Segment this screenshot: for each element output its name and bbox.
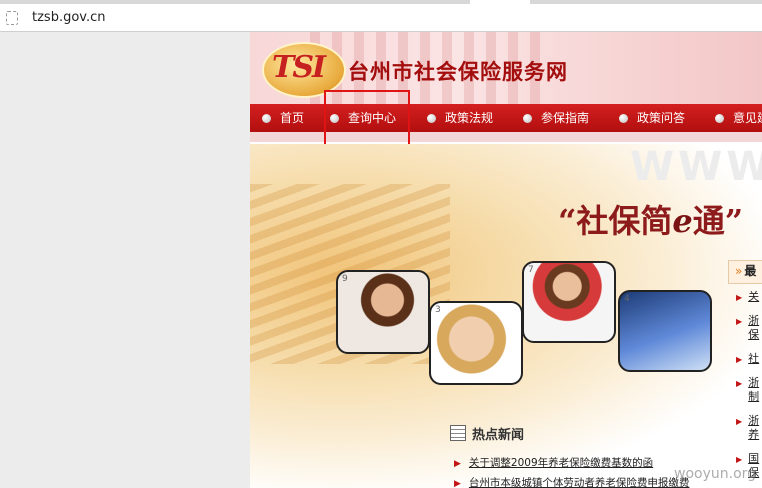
wooyun-watermark: wooyun.org bbox=[674, 466, 757, 482]
nav-label: 首页 bbox=[280, 111, 305, 125]
slogan-prefix: “社保简 bbox=[558, 202, 673, 240]
news-link[interactable]: 关于调整2009年养老保险缴费基数的函 bbox=[469, 457, 653, 469]
news-link[interactable]: 关 bbox=[748, 290, 759, 303]
news-link[interactable]: 浙 bbox=[748, 314, 759, 327]
nav-item-policy-qa[interactable]: 政策问答 bbox=[619, 104, 685, 132]
triangle-bullet-icon: ▶ bbox=[736, 355, 743, 364]
list-item-continued: ▶养 bbox=[728, 428, 762, 442]
webpage: TSI 台州市社会保险服务网 首页 查询中心 政策法规 参保指南 政策问答 意见… bbox=[250, 32, 762, 488]
bullet-icon bbox=[427, 114, 436, 123]
bullet-icon bbox=[715, 114, 724, 123]
url-text[interactable]: tzsb.gov.cn bbox=[32, 10, 106, 25]
photo-keyboard-hand: 4 bbox=[618, 290, 712, 372]
list-item: ▶ 国 bbox=[728, 452, 762, 466]
latest-news-panel: »最 ▶关 ▶浙 ▶保 ▶社 ▶浙 ▶制 ▶浙 ▶养 ▶国 ▶保 bbox=[728, 260, 762, 488]
slogan-e: e bbox=[672, 202, 693, 240]
newspaper-icon bbox=[450, 425, 466, 441]
slogan-suffix: 通” bbox=[692, 202, 744, 240]
nav-label: 政策法规 bbox=[445, 111, 494, 125]
news-link[interactable]: 社 bbox=[748, 352, 759, 365]
hot-news-header: 热点新闻 bbox=[450, 424, 524, 443]
site-title: 台州市社会保险服务网 bbox=[348, 59, 568, 84]
latest-news-header: » 最 bbox=[728, 260, 762, 284]
bullet-icon bbox=[262, 114, 271, 123]
blank-left-area bbox=[0, 32, 250, 488]
triangle-bullet-icon: ▶ bbox=[736, 317, 743, 326]
triangle-bullet-icon: ▶ bbox=[736, 379, 743, 388]
photo-headset-woman: 9 bbox=[336, 270, 430, 354]
nav-item-policy-regulations[interactable]: 政策法规 bbox=[427, 104, 493, 132]
news-link[interactable]: 国 bbox=[748, 452, 759, 465]
photo-number: 7 bbox=[528, 265, 534, 275]
news-link[interactable]: 浙 bbox=[748, 414, 759, 427]
news-link[interactable]: 台州市本级城镇个体劳动者养老保险费申报缴费 bbox=[469, 477, 690, 488]
news-link[interactable]: 浙 bbox=[748, 376, 759, 389]
photo-number: 9 bbox=[342, 274, 348, 284]
photo-number: 4 bbox=[624, 294, 630, 304]
list-item-continued: ▶保 bbox=[728, 328, 762, 342]
slogan: “社保简e通” bbox=[558, 196, 743, 242]
logo-text: TSI bbox=[272, 50, 326, 85]
highlight-box bbox=[324, 90, 410, 149]
photo-number: 3 bbox=[435, 305, 441, 315]
nav-item-insurance-guide[interactable]: 参保指南 bbox=[523, 104, 589, 132]
news-link[interactable]: 养 bbox=[748, 428, 759, 441]
triangle-bullet-icon: ▶ bbox=[454, 459, 461, 469]
list-item: ▶ 浙 bbox=[728, 376, 762, 390]
news-link[interactable]: 保 bbox=[748, 328, 759, 341]
bullet-icon bbox=[523, 114, 532, 123]
nav-item-home[interactable]: 首页 bbox=[262, 104, 304, 132]
double-chevron-icon: » bbox=[735, 264, 743, 278]
www-watermark: WWW.T bbox=[630, 144, 762, 190]
list-item: ▶ 社 bbox=[728, 352, 762, 366]
latest-news-list: ▶关 ▶浙 ▶保 ▶社 ▶浙 ▶制 ▶浙 ▶养 ▶国 ▶保 bbox=[728, 290, 762, 480]
list-item: ▶ 浙 bbox=[728, 414, 762, 428]
photo-smiling-woman: 3 bbox=[429, 301, 523, 385]
latest-news-title: 最 bbox=[744, 264, 757, 278]
nav-label: 政策问答 bbox=[637, 111, 686, 125]
address-bar[interactable]: tzsb.gov.cn bbox=[0, 4, 762, 32]
hot-news-title: 热点新闻 bbox=[472, 428, 525, 443]
list-item-continued: ▶制 bbox=[728, 390, 762, 404]
list-item: ▶ 浙 bbox=[728, 314, 762, 328]
news-link[interactable]: 制 bbox=[748, 390, 759, 403]
bullet-icon bbox=[619, 114, 628, 123]
list-item: ▶ 关 bbox=[728, 290, 762, 304]
triangle-bullet-icon: ▶ bbox=[454, 479, 461, 488]
triangle-bullet-icon: ▶ bbox=[736, 417, 743, 426]
nav-item-feedback[interactable]: 意见建 bbox=[715, 104, 762, 132]
triangle-bullet-icon: ▶ bbox=[736, 293, 743, 302]
triangle-bullet-icon: ▶ bbox=[736, 455, 743, 464]
photo-phone-woman: 7 bbox=[522, 261, 616, 343]
nav-label: 参保指南 bbox=[541, 111, 590, 125]
page-icon bbox=[6, 11, 18, 25]
nav-label: 意见建 bbox=[733, 111, 762, 125]
